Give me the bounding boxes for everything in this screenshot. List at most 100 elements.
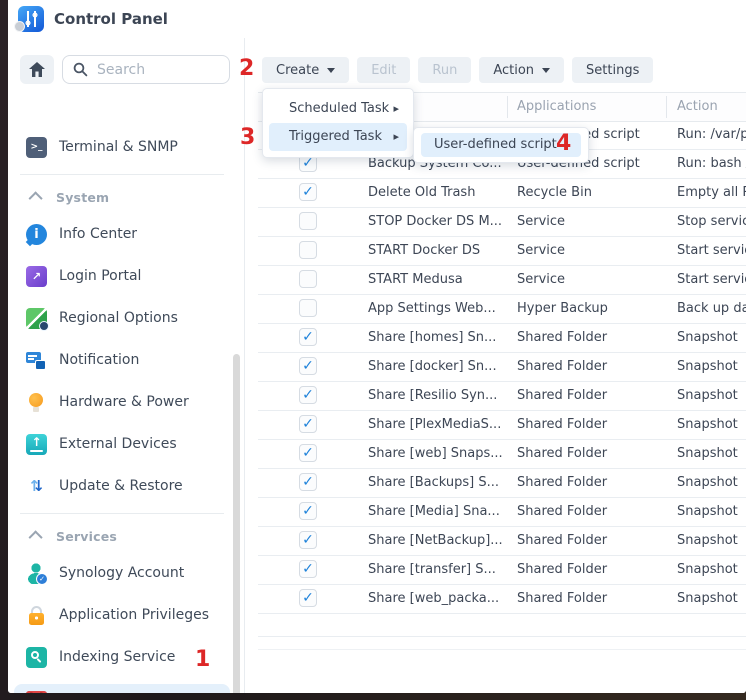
task-application: Shared Folder <box>517 353 607 381</box>
application-privileges-icon <box>26 605 47 626</box>
edit-button[interactable]: Edit <box>357 57 410 83</box>
table-row[interactable]: Share [web_packa... Shared Folder Snapsh… <box>258 585 746 614</box>
caret-down-icon <box>327 68 335 73</box>
task-action: Snapshot <box>677 411 738 439</box>
task-application: Hyper Backup <box>517 295 608 323</box>
sidebar-item-synology-account[interactable]: Synology Account <box>14 558 230 588</box>
row-checkbox[interactable] <box>299 502 317 520</box>
task-action: Run: bash / <box>677 150 746 178</box>
column-header-action[interactable]: Action <box>677 93 718 120</box>
synology-account-icon <box>26 563 47 584</box>
task-name: Share [PlexMediaS... <box>368 411 501 439</box>
table-row[interactable]: Share [Backups] S... Shared Folder Snaps… <box>258 469 746 498</box>
table-row[interactable]: Share [PlexMediaS... Shared Folder Snaps… <box>258 411 746 440</box>
task-name: Share [homes] Sn... <box>368 324 496 352</box>
sidebar-item-hardware-power[interactable]: Hardware & Power <box>14 387 230 417</box>
row-checkbox[interactable] <box>299 183 317 201</box>
task-name: Share [docker] Sn... <box>368 353 497 381</box>
column-header-applications[interactable]: Applications <box>517 93 596 120</box>
task-action: Run: /var/p <box>677 121 746 149</box>
task-action: Snapshot <box>677 469 738 497</box>
notification-icon <box>26 350 47 371</box>
submenu-arrow-icon <box>393 95 399 123</box>
task-action: Snapshot <box>677 382 738 410</box>
table-divider <box>258 649 746 650</box>
table-row[interactable]: Share [web] Snaps... Shared Folder Snaps… <box>258 440 746 469</box>
row-checkbox[interactable] <box>299 299 317 317</box>
row-checkbox[interactable] <box>299 589 317 607</box>
task-action: Stop servic <box>677 208 746 236</box>
task-application: Shared Folder <box>517 585 607 613</box>
task-application: Shared Folder <box>517 556 607 584</box>
terminal-icon <box>26 137 47 158</box>
table-row[interactable]: Share [transfer] S... Shared Folder Snap… <box>258 556 746 585</box>
indexing-service-icon <box>26 647 47 668</box>
row-checkbox[interactable] <box>299 212 317 230</box>
sidebar-item-notification[interactable]: Notification <box>14 345 230 375</box>
table-row[interactable]: START Medusa Service Start servic <box>258 266 746 295</box>
table-row[interactable]: App Settings Web... Hyper Backup Back up… <box>258 295 746 324</box>
button-label: Action <box>493 63 534 78</box>
sidebar-scrollbar[interactable] <box>233 354 240 693</box>
table-row[interactable]: START Docker DS Service Start servic <box>258 237 746 266</box>
task-name: Share [NetBackup]... <box>368 527 503 555</box>
table-row[interactable]: STOP Docker DS M... Service Stop servic <box>258 208 746 237</box>
chevron-up-icon <box>29 191 43 205</box>
sidebar: Terminal & SNMP System Info Center Login… <box>8 38 245 693</box>
update-restore-icon <box>26 476 47 497</box>
info-center-icon <box>26 224 47 245</box>
row-checkbox[interactable] <box>299 444 317 462</box>
task-name: Share [Resilio Syn... <box>368 382 497 410</box>
sidebar-section-system[interactable]: System <box>14 187 230 207</box>
toolbar: Create Edit Run Action Settings <box>262 57 653 83</box>
table-row[interactable]: Share [Media] Sna... Shared Folder Snaps… <box>258 498 746 527</box>
task-action: Snapshot <box>677 440 738 468</box>
row-checkbox[interactable] <box>299 270 317 288</box>
submenu-arrow-icon <box>393 123 399 151</box>
menu-item-scheduled-task[interactable]: Scheduled Task <box>269 95 407 123</box>
table-row[interactable]: Share [Resilio Syn... Shared Folder Snap… <box>258 382 746 411</box>
sidebar-list: Terminal & SNMP System Info Center Login… <box>14 132 230 693</box>
sidebar-item-application-privileges[interactable]: Application Privileges <box>14 600 230 630</box>
settings-button[interactable]: Settings <box>572 57 653 83</box>
sidebar-item-external-devices[interactable]: External Devices <box>14 429 230 459</box>
sidebar-item-info-center[interactable]: Info Center <box>14 219 230 249</box>
task-action: Start servic <box>677 237 746 265</box>
run-button[interactable]: Run <box>418 57 471 83</box>
home-button[interactable] <box>20 55 54 84</box>
sidebar-item-update-restore[interactable]: Update & Restore <box>14 471 230 501</box>
row-checkbox[interactable] <box>299 531 317 549</box>
sidebar-item-login-portal[interactable]: Login Portal <box>14 261 230 291</box>
sidebar-item-terminal-snmp[interactable]: Terminal & SNMP <box>14 132 230 162</box>
create-button[interactable]: Create <box>262 57 349 83</box>
task-action: Snapshot <box>677 498 738 526</box>
sidebar-item-regional-options[interactable]: Regional Options <box>14 303 230 333</box>
table-row[interactable]: Share [NetBackup]... Shared Folder Snaps… <box>258 527 746 556</box>
sidebar-section-services[interactable]: Services <box>14 526 230 546</box>
row-checkbox[interactable] <box>299 560 317 578</box>
action-button[interactable]: Action <box>479 57 564 83</box>
task-name: STOP Docker DS M... <box>368 208 502 236</box>
home-icon <box>29 62 45 77</box>
row-checkbox[interactable] <box>299 473 317 491</box>
table-row[interactable]: Delete Old Trash Recycle Bin Empty all R <box>258 179 746 208</box>
row-checkbox[interactable] <box>299 415 317 433</box>
task-action: Start servic <box>677 266 746 294</box>
row-checkbox[interactable] <box>299 386 317 404</box>
task-name: Share [web_packa... <box>368 585 499 613</box>
row-checkbox[interactable] <box>299 357 317 375</box>
menu-item-triggered-task[interactable]: Triggered Task <box>269 123 407 151</box>
hardware-power-icon <box>26 392 47 413</box>
title-bar: Control Panel <box>8 0 746 39</box>
task-name: Delete Old Trash <box>368 179 475 207</box>
table-row[interactable]: Share [homes] Sn... Shared Folder Snapsh… <box>258 324 746 353</box>
button-label: Create <box>276 63 319 78</box>
task-scheduler-icon <box>26 691 47 694</box>
sidebar-item-task-scheduler[interactable]: Task Scheduler <box>14 684 230 693</box>
search-box <box>62 55 230 84</box>
table-row[interactable]: Share [docker] Sn... Shared Folder Snaps… <box>258 353 746 382</box>
caret-down-icon <box>542 68 550 73</box>
row-checkbox[interactable] <box>299 328 317 346</box>
row-checkbox[interactable] <box>299 241 317 259</box>
column-divider <box>666 96 667 118</box>
